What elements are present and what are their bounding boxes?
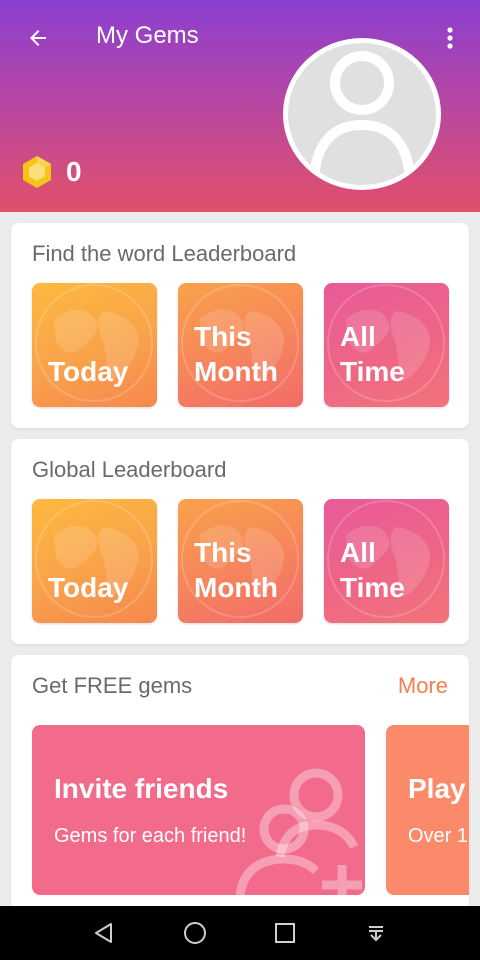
system-nav-bar [0,906,480,960]
free-gems-card: Get FREE gems More Invite friends Gems f… [11,655,469,915]
header: My Gems 0 [0,0,480,212]
gem-icon [23,156,51,188]
arrow-back-icon [30,30,46,46]
tile-label: All Time [340,537,405,603]
promo-title: Play [408,773,466,804]
user-icon [309,51,415,185]
nav-back-button[interactable] [89,918,119,948]
tile-label: Today [48,572,129,603]
triangle-back-icon [95,923,112,943]
avatar[interactable] [283,38,441,190]
play-card[interactable]: Play Over 1 [386,725,469,895]
tile-today[interactable]: Today [32,283,157,407]
tile-this-month[interactable]: This Month [178,499,303,623]
promo-carousel[interactable]: Invite friends Gems for each friend! Pla… [32,725,469,897]
gem-count: 0 [66,156,82,187]
promo-subtitle: Gems for each friend! [54,825,247,847]
chevron-down-icon [369,926,383,942]
square-recents-icon [275,923,295,943]
promo-title: Invite friends [54,773,229,804]
more-link[interactable]: More [398,673,448,699]
more-vert-icon [447,27,453,49]
global-leaderboard-card: Global Leaderboard Today This Month All … [11,439,469,644]
find-word-leaderboard-card: Find the word Leaderboard Today This Mon… [11,223,469,428]
tile-all-time[interactable]: All Time [324,283,449,407]
tile-label: This Month [194,537,278,603]
tile-label: This Month [194,321,278,387]
nav-notifications-button[interactable] [361,918,391,948]
tile-label: Today [48,356,129,387]
tile-label: All Time [340,321,405,387]
more-options-button[interactable] [438,22,462,54]
invite-friends-card[interactable]: Invite friends Gems for each friend! [32,725,365,895]
nav-home-button[interactable] [180,918,210,948]
page-title: My Gems [96,22,199,49]
circle-home-icon [184,922,206,944]
tile-today[interactable]: Today [32,499,157,623]
tile-this-month[interactable]: This Month [178,283,303,407]
nav-recents-button[interactable] [270,918,300,948]
promo-subtitle: Over 1 [408,825,469,847]
tile-all-time[interactable]: All Time [324,499,449,623]
back-button[interactable] [18,20,58,56]
card-title: Get FREE gems [32,673,193,698]
card-title: Find the word Leaderboard [32,241,297,266]
card-title: Global Leaderboard [32,457,227,482]
add-friends-icon [235,768,362,895]
gem-balance: 0 [22,155,82,189]
